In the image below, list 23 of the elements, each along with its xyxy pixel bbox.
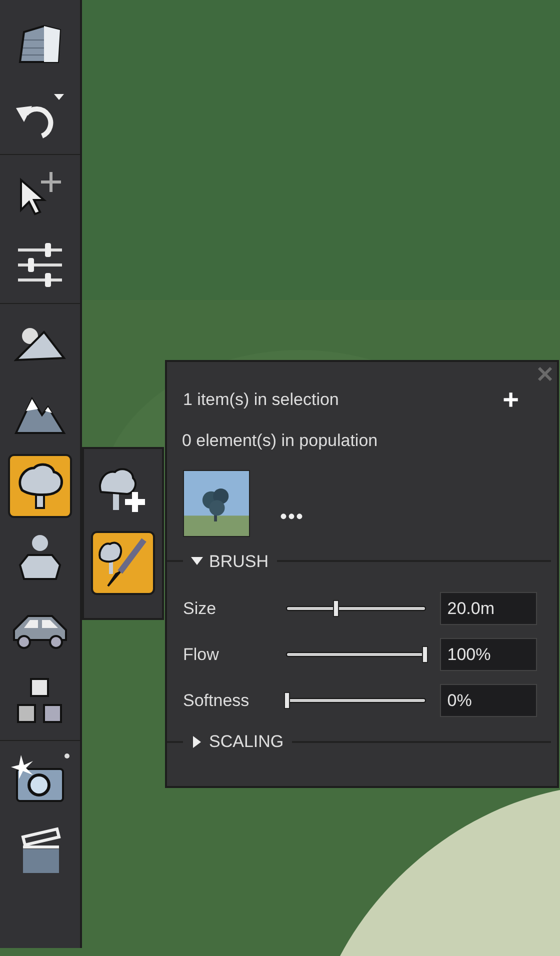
caret-right-icon [191, 736, 203, 748]
value-field[interactable]: 20.0m [440, 592, 537, 625]
value-field[interactable]: 0% [440, 684, 537, 717]
section-header[interactable]: SCALING [183, 729, 292, 754]
camera-icon [9, 753, 71, 805]
slider-label: Flow [183, 644, 220, 666]
selection-count: 1 item(s) in selection [183, 389, 339, 412]
slider-thumb[interactable] [422, 646, 428, 663]
add-button[interactable]: + [502, 386, 519, 414]
close-icon[interactable] [537, 366, 553, 382]
slider-thumb[interactable] [284, 692, 290, 709]
slider-thumb[interactable] [332, 600, 339, 617]
population-count: 0 element(s) in population [182, 431, 378, 450]
select-move-icon [17, 170, 63, 216]
slider-label: Size [183, 598, 218, 620]
value-field[interactable]: 100% [440, 638, 537, 671]
slider-label: Softness [183, 690, 250, 712]
tool-button[interactable] [91, 531, 155, 595]
more-button[interactable]: ••• [280, 506, 304, 536]
caret-down-icon [191, 555, 203, 568]
person-icon [18, 533, 62, 583]
tool-button[interactable] [8, 454, 72, 518]
section-header[interactable]: BRUSH [183, 548, 277, 574]
